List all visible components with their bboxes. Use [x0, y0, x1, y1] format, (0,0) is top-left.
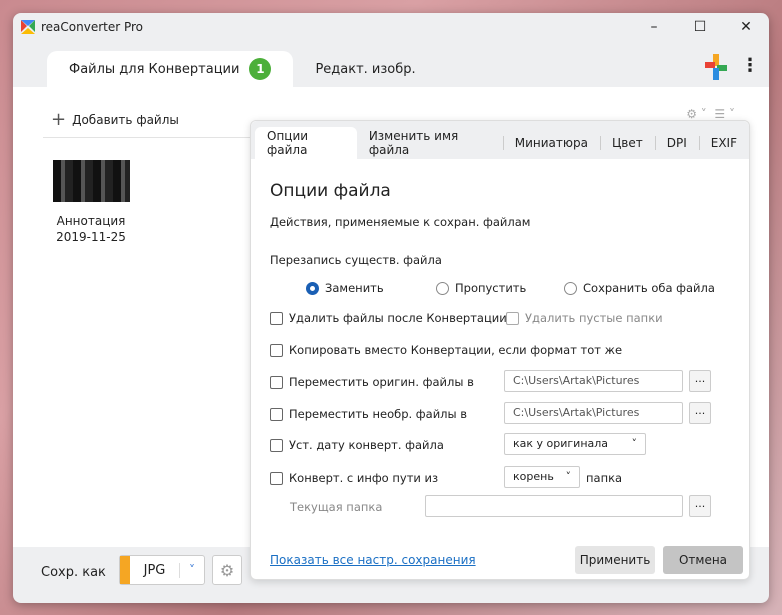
radio-label: Пропустить [455, 281, 527, 295]
file-date: 2019-11-25 [56, 230, 126, 244]
dialog-subtitle: Действия, применяемые к сохран. файлам [270, 215, 531, 229]
chevron-down-icon: ˅ [189, 563, 195, 577]
delete-after-checkbox[interactable]: Удалить файлы после Конвертации [270, 311, 507, 325]
browse-button[interactable]: ... [689, 370, 711, 392]
radio-label: Сохранить оба файла [583, 281, 715, 295]
format-color-bar [120, 556, 130, 584]
format-value: JPG [130, 562, 180, 578]
delete-empty-checkbox[interactable]: Удалить пустые папки [506, 311, 663, 325]
save-options-dialog: Опции файла Изменить имя файла Миниатюра… [250, 120, 750, 580]
chevron-down-icon: ˅ [631, 437, 638, 450]
checkbox-label: Переместить необр. файлы в [289, 407, 468, 421]
more-menu-icon[interactable]: ⋮ [741, 55, 759, 76]
brand-logo-icon [705, 54, 727, 80]
checkbox-icon [270, 343, 283, 357]
checkbox-label: Удалить пустые папки [525, 311, 663, 325]
window-title: reaConverter Pro [41, 20, 144, 34]
overwrite-label: Перезапись существ. файла [270, 253, 442, 267]
checkbox-icon [270, 311, 283, 325]
browse-button[interactable]: ... [689, 402, 711, 424]
close-button[interactable]: ✕ [723, 13, 769, 41]
path-info-select[interactable]: корень ˅ [504, 466, 580, 488]
save-as-label: Сохр. как [41, 565, 106, 580]
path-info-suffix: папка [586, 471, 623, 485]
tab-label: Редакт. изобр. [315, 61, 416, 77]
checkbox-icon [270, 407, 283, 421]
tab-rename[interactable]: Изменить имя файла [357, 127, 503, 159]
app-logo-icon [21, 20, 35, 34]
tab-exif[interactable]: EXIF [698, 127, 749, 159]
radio-replace[interactable]: Заменить [306, 281, 384, 295]
radio-skip[interactable]: Пропустить [436, 281, 526, 295]
tab-edit-image[interactable]: Редакт. изобр. [293, 51, 437, 87]
format-select[interactable]: JPG ˅ [119, 555, 205, 585]
set-date-checkbox[interactable]: Уст. дату конверт. файла [270, 438, 444, 452]
divider [43, 137, 253, 138]
tab-dpi[interactable]: DPI [654, 127, 699, 159]
cancel-button[interactable]: Отмена [663, 546, 743, 574]
checkbox-icon [506, 311, 519, 325]
checkbox-icon [270, 375, 283, 389]
browse-button[interactable]: ... [689, 495, 711, 517]
set-date-select[interactable]: как у оригинала ˅ [504, 433, 646, 455]
radio-keep-both[interactable]: Сохранить оба файла [564, 281, 715, 295]
gear-icon: ⚙ [219, 560, 235, 580]
current-folder-label: Текущая папка [290, 500, 383, 514]
file-thumbnail[interactable] [53, 160, 130, 202]
tab-files[interactable]: Файлы для Конвертации 1 [47, 51, 294, 87]
checkbox-icon [270, 438, 283, 452]
checkbox-label: Переместить оригин. файлы в [289, 375, 474, 389]
checkbox-label: Конверт. с инфо пути из [289, 471, 439, 485]
file-item[interactable]: Аннотация 2019-11-25 [41, 213, 141, 245]
path-info-checkbox[interactable]: Конверт. с инфо пути из [270, 471, 438, 485]
add-files-button[interactable]: + Добавить файлы [51, 109, 179, 130]
move-orig-path-input[interactable]: C:\Users\Artak\Pictures [504, 370, 683, 392]
tab-color[interactable]: Цвет [599, 127, 655, 159]
format-settings-button[interactable]: ⚙ [212, 555, 242, 585]
move-orig-checkbox[interactable]: Переместить оригин. файлы в [270, 375, 474, 389]
plus-icon: + [51, 109, 67, 130]
move-unproc-checkbox[interactable]: Переместить необр. файлы в [270, 407, 467, 421]
current-folder-input[interactable] [425, 495, 683, 517]
select-value: как у оригинала [513, 437, 609, 450]
view-options-icons[interactable]: ⚙ ˅ ☰ ˅ [686, 107, 735, 121]
add-files-label: Добавить файлы [72, 112, 179, 127]
checkbox-label: Копировать вместо Конвертации, если форм… [289, 343, 623, 357]
radio-label: Заменить [325, 281, 384, 295]
show-all-settings-link[interactable]: Показать все настр. сохранения [270, 553, 476, 567]
radio-icon [564, 281, 577, 295]
checkbox-label: Удалить файлы после Конвертации [289, 311, 507, 325]
select-value: корень [513, 470, 554, 483]
maximize-button[interactable]: ☐ [677, 13, 723, 41]
radio-icon [436, 281, 449, 295]
minimize-button[interactable]: – [631, 13, 677, 41]
dialog-tabs: Опции файла Изменить имя файла Миниатюра… [251, 121, 749, 159]
checkbox-icon [270, 471, 283, 485]
checkbox-label: Уст. дату конверт. файла [289, 438, 444, 452]
tab-thumbnail[interactable]: Миниатюра [502, 127, 600, 159]
apply-button[interactable]: Применить [575, 546, 655, 574]
radio-icon [306, 281, 319, 295]
file-count-badge: 1 [249, 58, 272, 80]
copy-instead-checkbox[interactable]: Копировать вместо Конвертации, если форм… [270, 343, 622, 357]
dialog-title: Опции файла [270, 181, 391, 201]
chevron-down-icon: ˅ [565, 470, 572, 483]
tab-label: Файлы для Конвертации [69, 61, 240, 77]
move-unproc-path-input[interactable]: C:\Users\Artak\Pictures [504, 402, 683, 424]
file-name: Аннотация [56, 214, 126, 228]
tab-file-options[interactable]: Опции файла [255, 127, 357, 159]
